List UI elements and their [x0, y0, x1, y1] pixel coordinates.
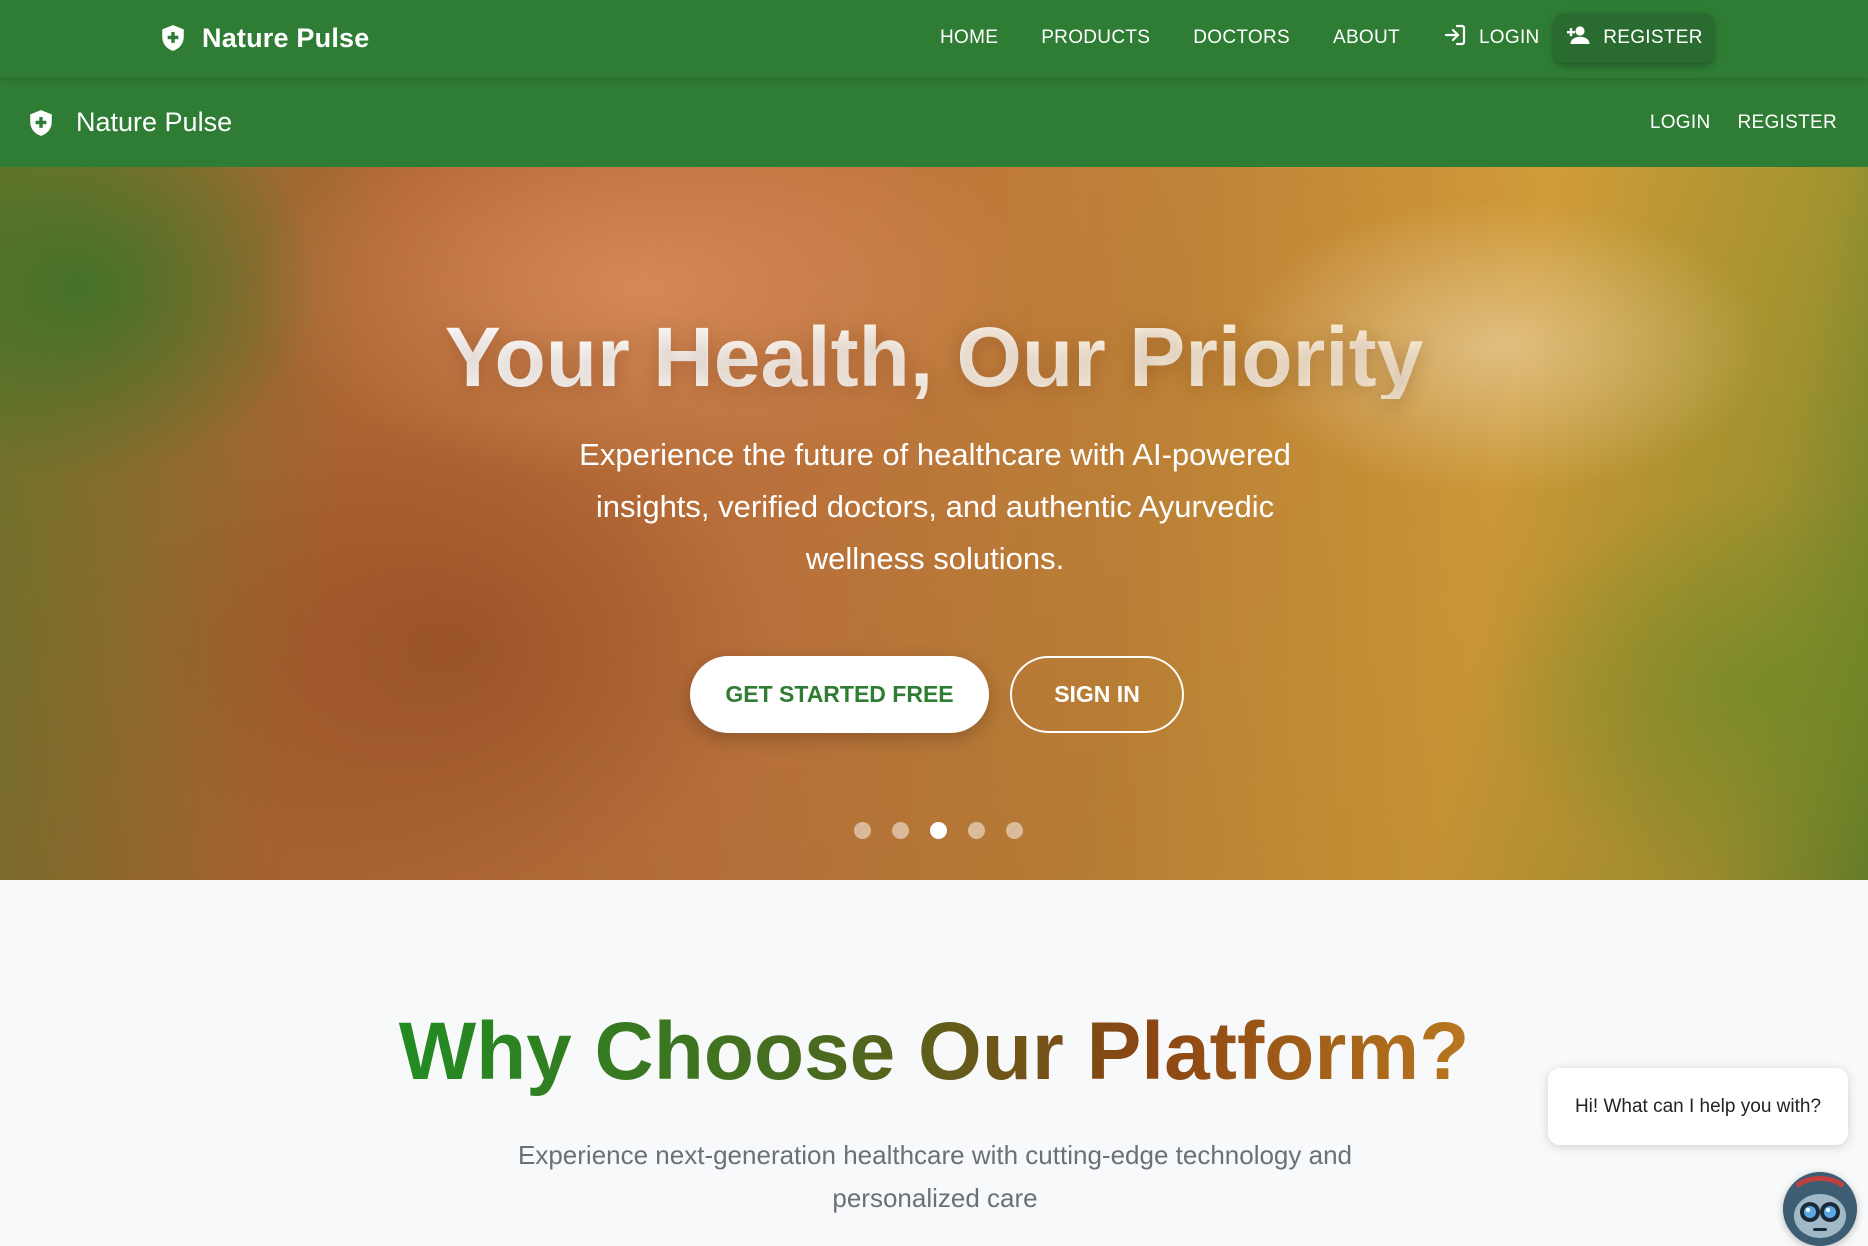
hero-title: Your Health, Our Priority	[0, 315, 1868, 399]
secondary-nav-links: LOGIN REGISTER	[1650, 78, 1837, 167]
secondary-register-link[interactable]: REGISTER	[1737, 112, 1837, 134]
chat-greeting-text: Hi! What can I help you with?	[1574, 1095, 1822, 1117]
secondary-brand-name: Nature Pulse	[76, 107, 233, 137]
robot-avatar-icon[interactable]	[1783, 1172, 1857, 1246]
hero-banner: Your Health, Our Priority Experience the…	[0, 167, 1868, 880]
carousel-dot[interactable]	[1006, 822, 1023, 839]
chat-greeting-bubble[interactable]: Hi! What can I help you with?	[1548, 1068, 1848, 1145]
login-icon	[1443, 23, 1467, 53]
nav-home-link[interactable]: HOME	[940, 27, 998, 49]
register-button[interactable]: REGISTER	[1554, 13, 1714, 63]
carousel-dot[interactable]	[892, 822, 909, 839]
brand-name: Nature Pulse	[202, 22, 370, 53]
secondary-login-link[interactable]: LOGIN	[1650, 112, 1711, 134]
get-started-button[interactable]: GET STARTED FREE	[690, 656, 989, 733]
secondary-navbar: Nature Pulse LOGIN REGISTER	[0, 78, 1868, 167]
carousel-dot[interactable]	[968, 822, 985, 839]
carousel-indicators	[854, 822, 1023, 839]
register-button-label: REGISTER	[1603, 27, 1703, 48]
shield-plus-icon	[160, 24, 186, 52]
shield-plus-icon	[28, 109, 54, 137]
nav-login-label: LOGIN	[1478, 27, 1540, 48]
top-navbar: Nature Pulse HOME PRODUCTS DOCTORS ABOUT…	[0, 0, 1868, 78]
hero-subtitle: Experience the future of healthcare with…	[579, 437, 1291, 576]
nav-login-link[interactable]: LOGIN	[1443, 23, 1540, 53]
nav-doctors-link[interactable]: DOCTORS	[1193, 27, 1290, 49]
secondary-brand[interactable]: Nature Pulse	[28, 78, 232, 167]
carousel-dot[interactable]	[930, 822, 947, 839]
why-section-title-text: Why Choose Our Platform?	[398, 1006, 1470, 1097]
top-nav-links: HOME PRODUCTS DOCTORS ABOUT LOGIN	[940, 0, 1583, 76]
why-section-subtitle: Experience next-generation healthcare wi…	[518, 1140, 1352, 1213]
sign-in-button[interactable]: SIGN IN	[1010, 656, 1184, 733]
nav-about-link[interactable]: ABOUT	[1333, 27, 1400, 49]
person-add-icon	[1565, 25, 1591, 51]
carousel-dot[interactable]	[854, 822, 871, 839]
top-brand[interactable]: Nature Pulse	[160, 0, 369, 76]
nav-products-link[interactable]: PRODUCTS	[1041, 27, 1150, 49]
